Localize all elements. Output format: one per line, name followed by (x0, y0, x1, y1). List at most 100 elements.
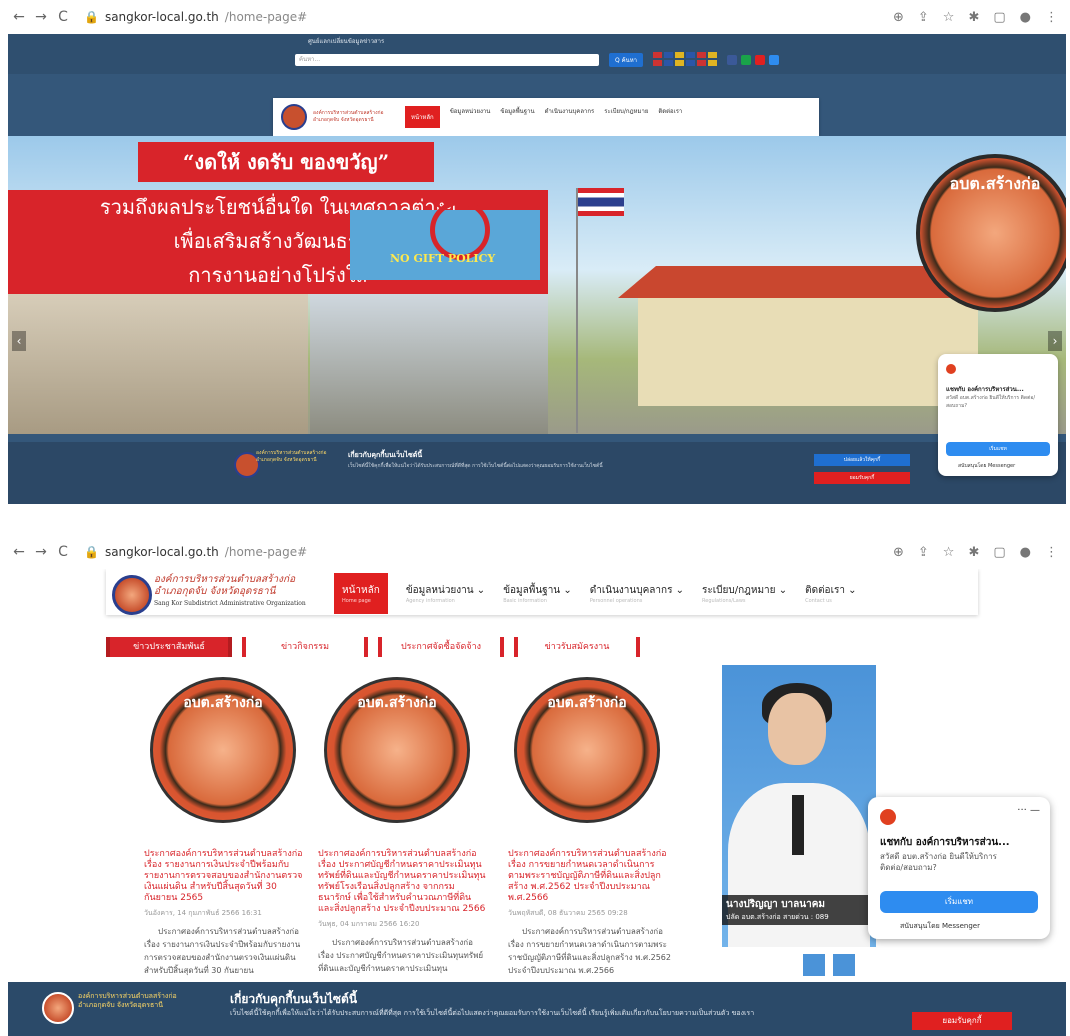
facebook-icon[interactable] (727, 55, 738, 65)
cookie-accept-button[interactable]: ยอมรับคุกกี้ (912, 1012, 1012, 1030)
messenger-title: แชทกับ องค์การบริหารส่วน... (880, 837, 1010, 848)
address-bar[interactable]: 🔒 sangkor-local.go.th/home-page# (84, 10, 307, 24)
messenger-title: แชทกับ องค์การบริหารส่วน... (946, 386, 1024, 393)
thai-flag-icon (578, 188, 624, 216)
forward-button[interactable]: → (30, 9, 52, 25)
slider-next-button[interactable]: › (1048, 331, 1062, 351)
share-icon[interactable]: ⇪ (918, 10, 929, 25)
cookie-settings-button[interactable]: ปล่อยแล้วให้คุกกี้ (814, 454, 910, 466)
emblem-icon: อบต.สร้างก่อ (324, 677, 470, 823)
forward-button[interactable]: → (30, 544, 52, 560)
sidepanel-icon[interactable]: ▢ (993, 10, 1005, 25)
url-domain: sangkor-local.go.th (104, 545, 219, 559)
news-title[interactable]: ประกาศองค์การบริหารส่วนตำบลสร้างก่อ เรื่… (508, 849, 676, 904)
nav-personnel[interactable]: ดำเนินงานบุคลากร (545, 106, 595, 128)
start-chat-button[interactable]: เริ่มแชท (880, 891, 1038, 913)
news-tabs: ข่าวประชาสัมพันธ์ ข่าวกิจกรรม ประกาศจัดซ… (106, 637, 640, 657)
language-flags[interactable] (653, 52, 718, 66)
social-links (727, 55, 780, 65)
browser-toolbar: ← → C 🔒 sangkor-local.go.th/home-page# ⊕… (8, 0, 1066, 34)
no-gift-graphic: NO GIFT POLICY (350, 200, 540, 280)
news-date: วันพฤหัสบดี, 08 ธันวาคม 2565 09:28 (508, 909, 628, 917)
twitter-icon[interactable] (769, 55, 780, 65)
cookie-accept-button[interactable]: ยอมรับคุกกี้ (814, 472, 910, 484)
staff-photo-right (310, 294, 548, 434)
org-emblem: อบต.สร้างก่อ (916, 154, 1066, 312)
menu-icon[interactable]: ⋮ (1045, 545, 1058, 560)
no-gift-label: NO GIFT POLICY (390, 252, 496, 265)
messenger-subtitle: สวัสดี อบต.สร้างก่อ ยินดีให้บริการ ติดต่… (880, 852, 997, 872)
reload-button[interactable]: C (52, 544, 74, 560)
homepage-view: ศูนย์แลกเปลี่ยนข้อมูลข่าวสาร ค้นหา... Q … (8, 34, 1066, 504)
main-nav: องค์การบริหารส่วนตำบลสร้างก่อ อำเภอกุดจับ… (273, 98, 819, 136)
tab-jobs[interactable]: ข่าวรับสมัครงาน (514, 637, 640, 657)
slider-prev-button[interactable]: ‹ (12, 331, 26, 351)
extensions-icon[interactable]: ✱ (968, 545, 979, 560)
menu-icon[interactable]: ⋮ (1045, 10, 1058, 25)
nav-menu: หน้าหลัก Home page ข้อมูลหน่วยงาน ⌄ Agenc… (334, 573, 857, 614)
messenger-subtitle: สวัสดี อบต.สร้างก่อ ยินดีให้บริการ ติดต่… (946, 395, 1036, 409)
emblem-icon: อบต.สร้างก่อ (150, 677, 296, 823)
tab-pr-news[interactable]: ข่าวประชาสัมพันธ์ (106, 637, 232, 657)
start-chat-button[interactable]: เริ่มแชท (946, 442, 1050, 456)
browser-actions: ⊕ ⇪ ☆ ✱ ▢ ● ⋮ (893, 10, 1066, 25)
search-input[interactable]: ค้นหา... (294, 54, 599, 66)
nav-basic[interactable]: ข้อมูลพื้นฐาน ⌄ Basic information (503, 583, 572, 604)
nav-basic[interactable]: ข้อมูลพื้นฐาน (500, 106, 534, 128)
back-button[interactable]: ← (8, 544, 30, 560)
org-name: องค์การบริหารส่วนตำบลสร้างก่อ อำเภอกุดจั… (154, 574, 306, 607)
nav-personnel[interactable]: ดำเนินงานบุคลากร ⌄ Personnel operations (590, 583, 684, 604)
org-logo[interactable] (281, 104, 307, 130)
extensions-icon[interactable]: ✱ (968, 10, 979, 25)
url-domain: sangkor-local.go.th (104, 10, 219, 24)
reload-button[interactable]: C (52, 9, 74, 25)
news-card[interactable]: อบต.สร้างก่อ ประกาศองค์การบริหารส่วนตำบล… (508, 677, 676, 977)
news-card[interactable]: อบต.สร้างก่อ ประกาศองค์การบริหารส่วนตำบล… (318, 677, 486, 975)
youtube-icon[interactable] (755, 55, 766, 65)
news-title[interactable]: ประกาศองค์การบริหารส่วนตำบลสร้างก่อ เรื่… (144, 849, 312, 904)
screenshot-top: ← → C 🔒 sangkor-local.go.th/home-page# ⊕… (8, 0, 1066, 510)
cookie-title: เกี่ยวกับคุกกี้บนเว็บไซต์นี้ (230, 992, 358, 1006)
hero-slider[interactable]: “งดให้ งดรับ ของขวัญ” รวมถึงผลประโยชน์อื… (8, 136, 1066, 434)
official-portrait: นางปริญญา บาลนาคม ปลัด อบต.สร้างก่อ สายด… (722, 665, 876, 947)
top-notice: ศูนย์แลกเปลี่ยนข้อมูลข่าวสาร (308, 38, 385, 45)
messenger-window-controls[interactable]: ··· — (1017, 805, 1040, 816)
zoom-icon[interactable]: ⊕ (893, 545, 904, 560)
url-path: /home-page# (224, 545, 308, 559)
news-excerpt: ประกาศองค์การบริหารส่วนตำบลสร้างก่อ เรื่… (144, 927, 301, 975)
share-icon[interactable]: ⇪ (918, 545, 929, 560)
nav-agency[interactable]: ข้อมูลหน่วยงาน (450, 106, 491, 128)
nav-contact[interactable]: ติดต่อเรา (658, 106, 682, 128)
search-button[interactable]: Q ค้นหา (608, 53, 644, 67)
bookmark-icon[interactable]: ☆ (943, 545, 955, 560)
cookie-logo (42, 992, 74, 1024)
messenger-footer: สนับสนุนโดย Messenger (958, 463, 1016, 469)
nav-laws[interactable]: ระเบียบ/กฎหมาย (604, 106, 648, 128)
portrait-thumbnails[interactable] (802, 953, 856, 977)
profile-icon[interactable]: ● (1020, 545, 1031, 560)
org-logo[interactable] (112, 575, 152, 615)
cookie-org-name: องค์การบริหารส่วนตำบลสร้างก่อ อำเภอกุดจับ… (78, 992, 177, 1009)
nav-laws[interactable]: ระเบียบ/กฎหมาย ⌄ Regulations/Laws (702, 583, 787, 604)
profile-icon[interactable]: ● (1020, 10, 1031, 25)
address-bar[interactable]: 🔒 sangkor-local.go.th/home-page# (84, 545, 307, 559)
nav-home[interactable]: หน้าหลัก Home page (334, 573, 388, 614)
zoom-icon[interactable]: ⊕ (893, 10, 904, 25)
official-role: ปลัด อบต.สร้างก่อ สายด่วน : 089 (726, 913, 829, 921)
nav-home[interactable]: หน้าหลัก (405, 106, 440, 128)
cookie-text: เว็บไซต์นี้ใช้คุกกี้เพื่อให้แน่ใจว่าได้ร… (348, 463, 603, 469)
tab-procurement[interactable]: ประกาศจัดซื้อจัดจ้าง (378, 637, 504, 657)
banner-message: รวมถึงผลประโยชน์อื่นใด ในเทศกาลต่างๆ เพื… (8, 190, 548, 294)
line-icon[interactable] (741, 55, 752, 65)
nav-contact[interactable]: ติดต่อเรา ⌄ Contact us (805, 583, 856, 604)
staff-photo-left (8, 294, 308, 434)
sidepanel-icon[interactable]: ▢ (993, 545, 1005, 560)
bookmark-icon[interactable]: ☆ (943, 10, 955, 25)
cookie-text: เว็บไซต์นี้ใช้คุกกี้เพื่อให้แน่ใจว่าได้ร… (230, 1009, 755, 1017)
back-button[interactable]: ← (8, 9, 30, 25)
news-title[interactable]: ประกาศองค์การบริหารส่วนตำบลสร้างก่อ เรื่… (318, 849, 486, 915)
messenger-popup: ··· — แชทกับ องค์การบริหารส่วน... สวัสดี… (868, 797, 1050, 939)
tab-activities[interactable]: ข่าวกิจกรรม (242, 637, 368, 657)
nav-agency[interactable]: ข้อมูลหน่วยงาน ⌄ Agency information (406, 583, 485, 604)
news-card[interactable]: อบต.สร้างก่อ ประกาศองค์การบริหารส่วนตำบล… (144, 677, 312, 977)
